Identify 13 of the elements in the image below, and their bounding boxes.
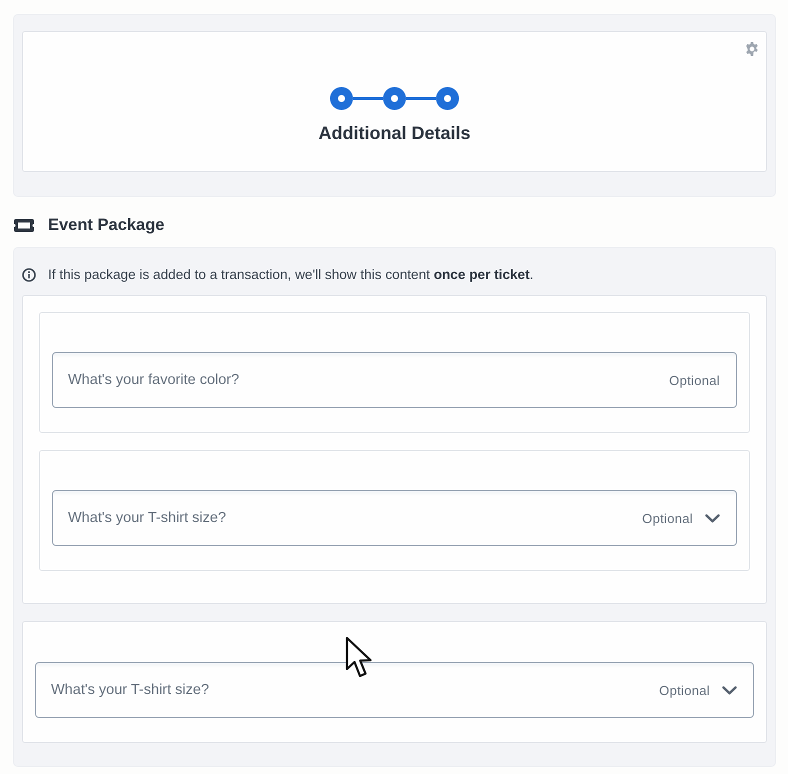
chevron-down-icon[interactable]: [705, 514, 720, 522]
notice-text: If this package is added to a transaction, we'll show this content once per ticket.: [48, 266, 534, 284]
step-connector: [406, 97, 436, 100]
field-hint: Optional: [669, 372, 720, 388]
info-icon: [22, 268, 36, 282]
chevron-down-icon[interactable]: [722, 686, 737, 694]
mouse-cursor-icon: [345, 636, 373, 679]
step-title: Additional Details: [318, 122, 470, 144]
ticket-icon: [14, 218, 34, 232]
field-hint: Optional: [659, 682, 710, 698]
section-title: Event Package: [48, 215, 164, 235]
step-connector: [353, 97, 383, 100]
field-hint: Optional: [642, 510, 693, 526]
